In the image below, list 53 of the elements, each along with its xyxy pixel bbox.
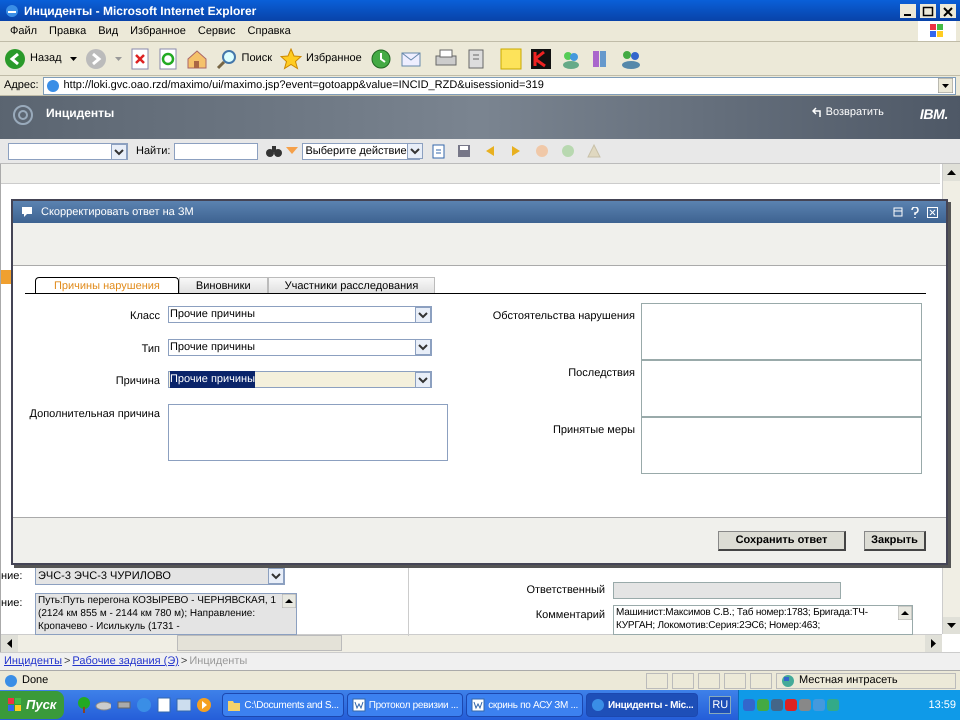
tab[interactable]: Виновники — [178, 277, 268, 293]
tab[interactable]: Участники расследования — [268, 277, 436, 293]
field-label: Ответственный — [525, 583, 605, 598]
app-title: Инциденты — [46, 105, 116, 122]
taskbar-button[interactable]: Протокол ревизии ... — [346, 693, 464, 717]
field-label: Дополнительная причина — [28, 406, 160, 422]
company-logo: IBM. — [920, 105, 948, 124]
field-label: Последствия — [567, 366, 635, 381]
select-field[interactable]: Прочие причины — [168, 338, 432, 356]
field-label: Причина — [114, 374, 160, 389]
select-field[interactable]: Прочие причины — [168, 371, 432, 388]
comment-textarea[interactable]: Машинист:Максимов С.В.; Таб номер:1783; Бригада:ТЧ-КУРГАН; Локомотив:Серия:2ЭС6; Номер:463; — [613, 605, 913, 635]
clock: 13:59 — [928, 698, 956, 713]
start-button[interactable]: Пуск — [0, 691, 64, 719]
save-button[interactable]: Сохранить ответ — [718, 530, 846, 550]
breadcrumb-separator: > — [180, 654, 188, 670]
address-label: Адрес: — [4, 78, 39, 94]
breadcrumb-separator: > — [62, 654, 72, 670]
taskbar-button[interactable]: Инциденты - Mic... — [586, 693, 698, 717]
select-field[interactable]: Прочие причины — [168, 306, 432, 323]
menu-item[interactable]: Сервис — [192, 22, 242, 40]
dialog-title: Скорректировать ответ на ЗМ — [41, 204, 195, 220]
return-link[interactable]: Возвратить — [812, 104, 884, 120]
field-label: Класс — [129, 309, 160, 324]
find-label: Найти: — [136, 144, 170, 159]
taskbar-button[interactable]: скринь по АСУ ЗМ ... — [466, 693, 583, 717]
taskbar-button[interactable]: C:\Documents and S... — [222, 693, 344, 717]
field-label: ние: — [1, 568, 24, 584]
close-button[interactable]: Закрыть — [864, 530, 926, 550]
breadcrumb-link[interactable]: Рабочие задания (Э) — [72, 653, 179, 670]
breadcrumb-link[interactable]: Инциденты — [4, 653, 62, 670]
menu-item[interactable]: Избранное — [124, 22, 192, 40]
menu-item[interactable]: Справка — [242, 22, 297, 40]
department-select[interactable]: ЭЧС-3 ЭЧС-3 ЧУРИЛОВО — [35, 567, 285, 585]
search-button[interactable]: Поиск — [216, 48, 272, 70]
menu-item[interactable]: Файл — [4, 22, 44, 40]
status-text: Done — [22, 673, 50, 688]
field-label: ние: — [1, 596, 24, 611]
action-select[interactable]: Выберите действие — [302, 142, 420, 160]
location-textarea[interactable]: Путь:Путь перегона КОЗЫРЕВО - ЧЕРНЯВСКАЯ, 1 (2124 км 855 м - 2144 км 780 м); Направление: Кропачево - Исилькуль (1731 - — [35, 593, 297, 635]
field-label: Принятые меры — [552, 423, 635, 438]
zone-text: Местная интрасеть — [799, 673, 898, 688]
menu-item[interactable]: Правка — [43, 22, 92, 40]
back-button[interactable]: Назад — [4, 48, 62, 70]
field-label: Обстоятельства нарушения — [492, 309, 635, 324]
menu-item[interactable]: Вид — [92, 22, 124, 40]
address-field[interactable]: http://loki.gvc.oao.rzd/maximo/ui/maximo.jsp?event=gotoapp&value=INCID_RZD&uisessionid=319 — [42, 76, 956, 94]
window-title: Инциденты - Microsoft Internet Explorer — [24, 2, 258, 20]
favorites-button[interactable]: Избранное — [280, 48, 362, 70]
language-indicator[interactable]: RU — [709, 696, 732, 714]
breadcrumb-current: Инциденты — [189, 654, 248, 670]
field-label: Комментарий — [534, 608, 605, 623]
field-label: Тип — [140, 342, 160, 356]
